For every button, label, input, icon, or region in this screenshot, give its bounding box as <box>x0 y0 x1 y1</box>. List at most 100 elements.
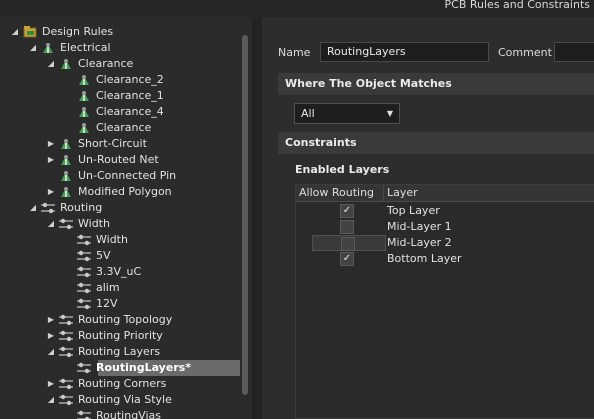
collapse-arrow-icon[interactable]: ◢ <box>46 344 56 360</box>
allow-routing-cell[interactable] <box>312 219 386 235</box>
tree-item-label: Clearance_4 <box>96 105 164 118</box>
rule-icon <box>76 105 92 119</box>
name-label: Name <box>278 46 311 59</box>
tree-item[interactable]: Width <box>0 232 240 248</box>
tree-item-label: Short-Circuit <box>78 137 147 150</box>
column-header-allow-routing[interactable]: Allow Routing <box>299 186 374 199</box>
tree-item[interactable]: Clearance <box>0 120 240 136</box>
allow-routing-checkbox[interactable] <box>341 237 355 251</box>
tree-item-label: Width <box>78 217 110 230</box>
tree-item[interactable]: ◢ Design Rules <box>0 24 240 40</box>
column-header-layer[interactable]: Layer <box>387 186 418 199</box>
collapse-arrow-icon[interactable]: ◢ <box>10 24 20 40</box>
rule-category-icon <box>40 41 56 55</box>
window-title: PCB Rules and Constraints <box>444 0 590 11</box>
tree-scrollbar[interactable] <box>240 35 250 419</box>
expand-arrow-icon[interactable]: ▶ <box>46 328 56 344</box>
column-divider[interactable] <box>383 185 384 202</box>
tree-item[interactable]: ◢ Routing <box>0 200 240 216</box>
tree-item[interactable]: 12V <box>0 296 240 312</box>
tree-item[interactable]: Clearance_2 <box>0 72 240 88</box>
tree-item[interactable]: Un-Connected Pin <box>0 168 240 184</box>
collapse-arrow-icon[interactable]: ◢ <box>28 200 38 216</box>
rules-tree-panel: ◢ Design Rules ◢ Electrical ◢ Clearance Cleara… <box>0 17 252 419</box>
tree-item[interactable]: ◢ Electrical <box>0 40 240 56</box>
tree-item-label: Routing Priority <box>78 329 163 342</box>
layer-row[interactable]: ✓ Top Layer <box>296 203 594 219</box>
tree-item[interactable]: RoutingLayers* <box>0 360 240 376</box>
enabled-layers-label: Enabled Layers <box>295 163 390 176</box>
layer-name: Mid-Layer 2 <box>387 236 452 249</box>
routing-icon <box>76 249 92 263</box>
allow-routing-checkbox[interactable]: ✓ <box>340 204 354 218</box>
collapse-arrow-icon[interactable]: ◢ <box>46 392 56 408</box>
tree-item[interactable]: ◢ Width <box>0 216 240 232</box>
tree-item-label: Clearance <box>78 57 134 70</box>
layer-row[interactable]: Mid-Layer 1 <box>296 219 594 235</box>
rule-icon <box>76 121 92 135</box>
collapse-arrow-icon[interactable]: ◢ <box>28 40 38 56</box>
tree-item[interactable]: Clearance_1 <box>0 88 240 104</box>
tree-item[interactable]: ▶ Routing Priority <box>0 328 240 344</box>
rule-category-icon <box>58 185 74 199</box>
routing-icon <box>40 201 56 215</box>
rule-icon <box>76 73 92 87</box>
panel-splitter[interactable] <box>252 17 262 419</box>
allow-routing-checkbox[interactable]: ✓ <box>340 252 354 266</box>
tree-item[interactable]: ▶ Routing Topology <box>0 312 240 328</box>
tree-item-label: Routing Layers <box>78 345 161 358</box>
rule-icon <box>76 89 92 103</box>
tree-item[interactable]: RoutingVias <box>0 408 240 419</box>
collapse-arrow-icon[interactable]: ◢ <box>46 216 56 232</box>
expand-arrow-icon[interactable]: ▶ <box>46 312 56 328</box>
layers-table-header: Allow Routing Layer <box>296 185 594 202</box>
expand-arrow-icon[interactable]: ▶ <box>46 184 56 200</box>
tree-item-label: Un-Routed Net <box>78 153 159 166</box>
routing-icon <box>58 393 74 407</box>
tree-item-label: Clearance_1 <box>96 89 164 102</box>
expand-arrow-icon[interactable]: ▶ <box>46 136 56 152</box>
layer-row[interactable]: Mid-Layer 2 <box>296 235 594 251</box>
collapse-arrow-icon[interactable]: ◢ <box>46 56 56 72</box>
tree-item[interactable]: ▶ Routing Corners <box>0 376 240 392</box>
allow-routing-cell[interactable]: ✓ <box>312 203 386 219</box>
expand-arrow-icon[interactable]: ▶ <box>46 152 56 168</box>
routing-icon <box>58 329 74 343</box>
layer-name: Bottom Layer <box>387 252 462 265</box>
rule-category-icon <box>58 153 74 167</box>
tree-item[interactable]: ◢ Routing Layers <box>0 344 240 360</box>
tree-item[interactable]: alim <box>0 280 240 296</box>
tree-item-label: 3.3V_uC <box>96 265 142 278</box>
layer-name: Mid-Layer 1 <box>387 220 452 233</box>
routing-icon <box>76 409 92 419</box>
tree-item[interactable]: ◢ Clearance <box>0 56 240 72</box>
where-object-matches-header: Where The Object Matches <box>278 73 594 95</box>
rule-comment-input[interactable] <box>554 42 594 62</box>
rule-name-input[interactable]: RoutingLayers <box>320 42 489 62</box>
tree-item[interactable]: ▶ Un-Routed Net <box>0 152 240 168</box>
tree-item-label: RoutingVias <box>96 409 161 419</box>
window-titlebar: PCB Rules and Constraints <box>0 0 594 17</box>
routing-icon <box>76 281 92 295</box>
layer-row[interactable]: ✓ Bottom Layer <box>296 251 594 267</box>
tree-item-label: Routing <box>60 201 103 214</box>
tree-item[interactable]: 3.3V_uC <box>0 264 240 280</box>
allow-routing-cell[interactable]: ✓ <box>312 251 386 267</box>
routing-icon <box>58 345 74 359</box>
tree-item-label: Routing Via Style <box>78 393 172 406</box>
tree-item[interactable]: Clearance_4 <box>0 104 240 120</box>
tree-item-label: Modified Polygon <box>78 185 172 198</box>
tree-scrollbar-thumb[interactable] <box>242 35 248 395</box>
allow-routing-checkbox[interactable] <box>340 220 354 234</box>
routing-icon <box>76 265 92 279</box>
scope-dropdown-value: All <box>301 107 315 120</box>
tree-item[interactable]: ◢ Routing Via Style <box>0 392 240 408</box>
expand-arrow-icon[interactable]: ▶ <box>46 376 56 392</box>
routing-icon <box>76 361 92 375</box>
tree-item[interactable]: ▶ Modified Polygon <box>0 184 240 200</box>
tree-item[interactable]: ▶ Short-Circuit <box>0 136 240 152</box>
scope-dropdown[interactable]: All ▼ <box>294 103 400 124</box>
tree-item[interactable]: 5V <box>0 248 240 264</box>
allow-routing-cell[interactable] <box>312 235 386 251</box>
tree-item-label: Routing Topology <box>78 313 173 326</box>
